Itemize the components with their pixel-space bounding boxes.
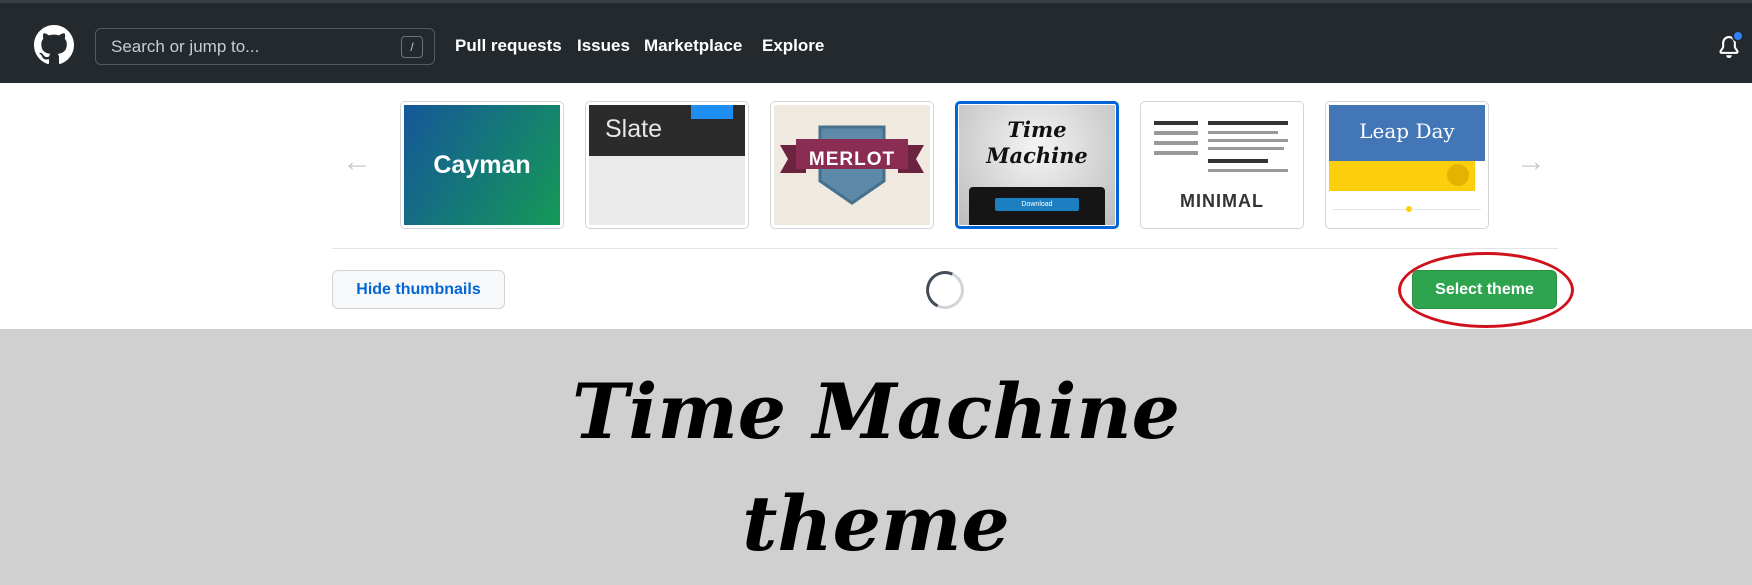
loading-spinner-icon [920, 265, 970, 315]
theme-label: Cayman [433, 150, 531, 179]
preview-title-line-1: Time Machine [571, 367, 1181, 456]
notification-indicator [1732, 30, 1744, 42]
octocat-icon [1447, 164, 1469, 186]
preview-title-line-2: theme [742, 479, 1010, 568]
leap-day-dot [1406, 206, 1412, 212]
top-navigation-bar: Search or jump to... / Pull requests Iss… [0, 0, 1752, 83]
theme-label-line-1: Time [1007, 117, 1067, 142]
nav-explore[interactable]: Explore [762, 36, 824, 56]
search-placeholder: Search or jump to... [111, 37, 260, 56]
theme-label-line-2: Machine [986, 143, 1088, 168]
merlot-preview: MERLOT [774, 105, 930, 225]
theme-label: Time Machine [959, 117, 1115, 169]
theme-thumbnail-minimal[interactable]: MINIMAL [1140, 101, 1304, 229]
nav-pull-requests[interactable]: Pull requests [455, 36, 562, 56]
theme-thumbnail-time-machine[interactable]: Time Machine Download [955, 101, 1119, 229]
time-machine-console: Download [969, 187, 1105, 225]
theme-label: MINIMAL [1180, 191, 1264, 211]
search-input[interactable]: Search or jump to... / [95, 28, 435, 65]
theme-label: Slate [605, 115, 662, 143]
nav-marketplace[interactable]: Marketplace [644, 36, 742, 56]
minimal-preview: MINIMAL [1144, 105, 1300, 225]
slate-preview: Slate [589, 105, 745, 225]
download-button: Download [995, 198, 1079, 211]
time-machine-preview: Time Machine Download [959, 105, 1115, 225]
preview-title: Time Machine theme [0, 329, 1752, 580]
divider [332, 248, 1558, 249]
theme-chooser: ← Cayman Slate MERLOT Time Machine Downl… [0, 83, 1752, 329]
theme-thumbnail-slate[interactable]: Slate [585, 101, 749, 229]
theme-label: Leap Day [1359, 119, 1455, 143]
theme-thumbnail-cayman[interactable]: Cayman [400, 101, 564, 229]
theme-thumbnail-merlot[interactable]: MERLOT [770, 101, 934, 229]
theme-preview-area: Time Machine theme [0, 329, 1752, 585]
arrow-left-icon[interactable]: ← [342, 145, 372, 179]
slate-accent [691, 105, 733, 119]
github-logo-icon[interactable] [34, 25, 74, 65]
nav-issues[interactable]: Issues [577, 36, 630, 56]
annotation-circle [1398, 252, 1574, 328]
cayman-preview: Cayman [404, 105, 560, 225]
hide-thumbnails-button[interactable]: Hide thumbnails [332, 270, 505, 309]
theme-thumbnail-leap-day[interactable]: Leap Day [1325, 101, 1489, 229]
leap-day-preview: Leap Day [1329, 105, 1485, 225]
arrow-right-icon[interactable]: → [1516, 145, 1546, 179]
theme-label: MERLOT [808, 149, 896, 170]
search-shortcut-key: / [401, 36, 423, 58]
